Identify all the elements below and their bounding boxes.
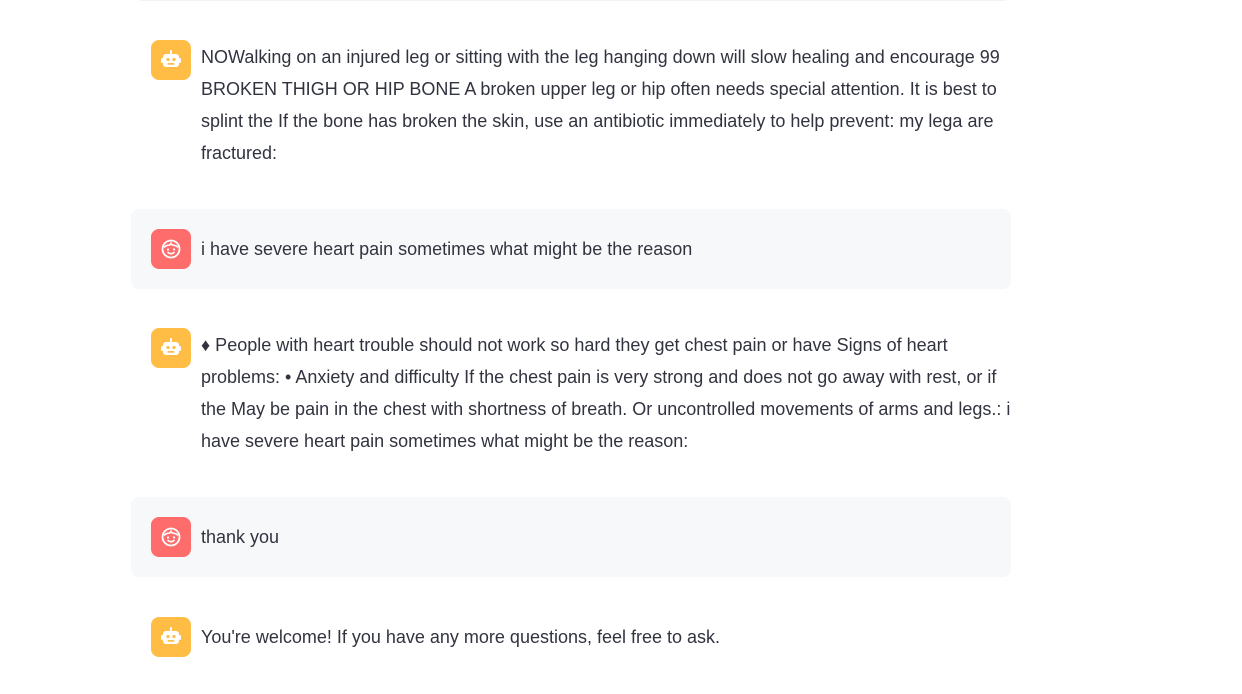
smiley-face-icon xyxy=(151,517,191,557)
smiley-face-icon xyxy=(151,229,191,269)
message-text: NOWalking on an injured leg or sitting w… xyxy=(201,47,1000,163)
chat-message-assistant: ♦ People with heart trouble should not w… xyxy=(131,312,1011,462)
chat-message-user: thank you xyxy=(131,497,1011,577)
chat-container: NOWalking on an injured leg or sitting w… xyxy=(0,0,1242,694)
robot-face-icon xyxy=(151,40,191,80)
message-text: thank you xyxy=(201,527,280,547)
message-text: i have severe heart pain sometimes what … xyxy=(201,239,693,259)
robot-face-icon xyxy=(151,617,191,657)
message-text: ♦ People with heart trouble should not w… xyxy=(201,335,1011,451)
divider xyxy=(140,0,1005,1)
chat-message-assistant: NOWalking on an injured leg or sitting w… xyxy=(131,24,1011,174)
robot-face-icon xyxy=(151,328,191,368)
chat-message-user: i have severe heart pain sometimes what … xyxy=(131,209,1011,289)
chat-message-assistant: You're welcome! If you have any more que… xyxy=(131,601,1011,681)
message-text: You're welcome! If you have any more que… xyxy=(201,627,721,647)
